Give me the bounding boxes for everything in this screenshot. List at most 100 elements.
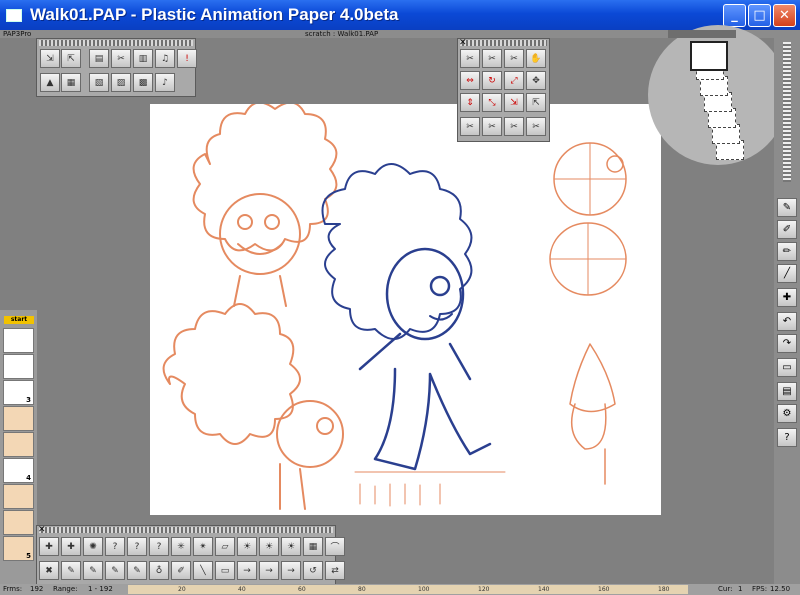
scissors-c-icon[interactable]: ✂ bbox=[504, 117, 524, 136]
loop-icon[interactable]: ↺ bbox=[303, 561, 323, 580]
add-keyframe-icon[interactable]: ✚ bbox=[61, 537, 81, 556]
drawing-canvas[interactable] bbox=[150, 101, 661, 515]
add-frame-icon[interactable]: ✚ bbox=[39, 537, 59, 556]
zoom-slider[interactable] bbox=[783, 42, 791, 182]
eraser-icon[interactable]: ▭ bbox=[777, 358, 797, 377]
line-tool-icon[interactable]: ╱ bbox=[777, 264, 797, 283]
scissors-a-icon[interactable]: ✂ bbox=[460, 117, 480, 136]
draw-a-icon[interactable]: ✎ bbox=[61, 561, 81, 580]
frames-label: Frms: bbox=[3, 585, 23, 593]
music-icon[interactable]: ♪ bbox=[155, 73, 175, 92]
star-icon[interactable]: ✴ bbox=[193, 537, 213, 556]
rotate-icon[interactable]: ↻ bbox=[482, 71, 502, 90]
flip-vertical-icon[interactable]: ⇕ bbox=[460, 93, 480, 112]
brush-tool-icon[interactable]: ✐ bbox=[777, 220, 797, 239]
timeline-ruler[interactable]: 20 40 60 80 100 120 140 160 180 bbox=[128, 585, 688, 594]
panel-grip[interactable] bbox=[39, 40, 193, 46]
stretch-icon[interactable]: ⇲ bbox=[504, 93, 524, 112]
view-buttons[interactable] bbox=[668, 30, 736, 38]
copy-icon[interactable]: ▦ bbox=[61, 73, 81, 92]
spray-icon[interactable]: ✺ bbox=[83, 537, 103, 556]
light-1-icon[interactable]: ☀ bbox=[237, 537, 257, 556]
frame-save-icon[interactable]: ▧ bbox=[89, 73, 109, 92]
alert-icon[interactable]: ! bbox=[177, 49, 197, 68]
pencil-tool-icon[interactable]: ✏ bbox=[777, 242, 797, 261]
save-icon[interactable]: ▤ bbox=[89, 49, 109, 68]
start-marker[interactable]: start bbox=[4, 316, 34, 324]
document-label: scratch : Walk01.PAP bbox=[305, 30, 379, 38]
bottle-icon[interactable]: ♁ bbox=[149, 561, 169, 580]
undo-icon[interactable]: ↶ bbox=[777, 312, 797, 331]
draw-c-icon[interactable]: ✎ bbox=[105, 561, 125, 580]
draw-b-icon[interactable]: ✎ bbox=[83, 561, 103, 580]
frame-delete-icon[interactable]: ▨ bbox=[111, 73, 131, 92]
ruler-tick: 20 bbox=[178, 586, 186, 593]
close-panel-icon[interactable]: ✕ bbox=[459, 38, 467, 48]
cut-frame-icon[interactable]: ✂ bbox=[460, 49, 480, 68]
paste-icon[interactable]: ▥ bbox=[133, 49, 153, 68]
timeline-frame[interactable]: 3 bbox=[3, 380, 34, 405]
import-icon[interactable]: ⇲ bbox=[40, 49, 60, 68]
shuffle-icon[interactable]: ⇄ bbox=[325, 561, 345, 580]
redo-icon[interactable]: ↷ bbox=[777, 334, 797, 353]
layers-icon[interactable]: ▤ bbox=[777, 382, 797, 401]
sound-icon[interactable]: ♫ bbox=[155, 49, 175, 68]
export-icon[interactable]: ⇱ bbox=[61, 49, 81, 68]
skew-icon[interactable]: ⤡ bbox=[482, 93, 502, 112]
timeline-frame[interactable] bbox=[3, 432, 34, 457]
question-c-icon[interactable]: ? bbox=[149, 537, 169, 556]
panel-grip[interactable] bbox=[460, 40, 547, 46]
animation-sketch bbox=[162, 101, 627, 510]
close-button[interactable]: ✕ bbox=[773, 4, 796, 27]
close-panel-icon[interactable]: ✕ bbox=[38, 525, 46, 535]
step-2-icon[interactable]: → bbox=[259, 561, 279, 580]
flip-horizontal-icon[interactable]: ⇔ bbox=[460, 71, 480, 90]
scissors-d-icon[interactable]: ✂ bbox=[526, 117, 546, 136]
note-icon[interactable]: ▱ bbox=[215, 537, 235, 556]
cut-icon[interactable]: ✂ bbox=[111, 49, 131, 68]
pen-tool-icon[interactable]: ✎ bbox=[777, 198, 797, 217]
settings-icon[interactable]: ⚙ bbox=[777, 404, 797, 423]
add-icon[interactable]: ✚ bbox=[777, 288, 797, 307]
step-3-icon[interactable]: → bbox=[281, 561, 301, 580]
app-icon[interactable] bbox=[6, 8, 22, 22]
light-3-icon[interactable]: ☀ bbox=[281, 537, 301, 556]
timeline-frame[interactable] bbox=[3, 510, 34, 535]
timeline-frame[interactable] bbox=[3, 354, 34, 379]
timeline-frame[interactable] bbox=[3, 328, 34, 353]
minimize-button[interactable]: _ bbox=[723, 4, 746, 27]
question-a-icon[interactable]: ? bbox=[105, 537, 125, 556]
move-icon[interactable]: ✥ bbox=[526, 71, 546, 90]
light-2-icon[interactable]: ☀ bbox=[259, 537, 279, 556]
cut-layer-icon[interactable]: ✂ bbox=[482, 49, 502, 68]
line-icon[interactable]: ╲ bbox=[193, 561, 213, 580]
question-b-icon[interactable]: ? bbox=[127, 537, 147, 556]
grid-icon[interactable]: ▦ bbox=[303, 537, 323, 556]
maximize-button[interactable]: □ bbox=[748, 4, 771, 27]
cut-cell-icon[interactable]: ✂ bbox=[504, 49, 524, 68]
light-table-icon[interactable]: ▲ bbox=[40, 73, 60, 92]
timeline-frame[interactable] bbox=[3, 484, 34, 509]
timeline-frame[interactable] bbox=[3, 406, 34, 431]
ruler-tick: 180 bbox=[658, 586, 670, 593]
sparkle-icon[interactable]: ✳ bbox=[171, 537, 191, 556]
ruler-icon[interactable]: ⌒ bbox=[325, 537, 345, 556]
scissors-b-icon[interactable]: ✂ bbox=[482, 117, 502, 136]
panel-grip[interactable] bbox=[39, 527, 333, 533]
distort-icon[interactable]: ⇱ bbox=[526, 93, 546, 112]
help-icon[interactable]: ? bbox=[777, 428, 797, 447]
brush-icon[interactable]: ✐ bbox=[171, 561, 191, 580]
erase-icon[interactable]: ▭ bbox=[215, 561, 235, 580]
scale-icon[interactable]: ⤢ bbox=[504, 71, 524, 90]
app-menu-label[interactable]: PAP3Pro bbox=[3, 30, 31, 38]
hand-icon[interactable]: ✋ bbox=[526, 49, 546, 68]
draw-d-icon[interactable]: ✎ bbox=[127, 561, 147, 580]
frame-insert-icon[interactable]: ▩ bbox=[133, 73, 153, 92]
onion-skin-icon[interactable]: ✖ bbox=[39, 561, 59, 580]
current-frame-thumbnail[interactable] bbox=[690, 41, 728, 71]
step-1-icon[interactable]: → bbox=[237, 561, 257, 580]
fps-label: FPS: bbox=[752, 585, 768, 593]
frames-value: 192 bbox=[30, 585, 44, 593]
timeline-frame[interactable]: 5 bbox=[3, 536, 34, 561]
timeline-frame[interactable]: 4 bbox=[3, 458, 34, 483]
